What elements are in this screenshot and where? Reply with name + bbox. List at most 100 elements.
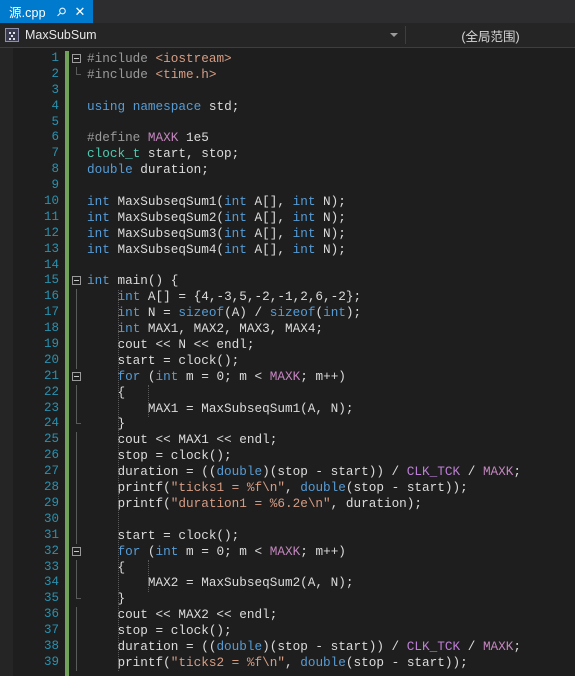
close-icon[interactable]: ✕ [74, 5, 85, 18]
fold-marker[interactable] [69, 273, 85, 289]
fold-marker [69, 321, 85, 338]
code-line[interactable]: int A[] = {4,-3,5,-2,-1,2,6,-2}; [87, 289, 575, 305]
pin-icon[interactable]: ⚲ [53, 3, 69, 19]
line-number: 18 [43, 321, 59, 336]
code-line[interactable]: int main() { [87, 273, 575, 289]
code-line[interactable]: int MAX1, MAX2, MAX3, MAX4; [87, 321, 575, 337]
code-token: N); [315, 194, 346, 210]
code-line[interactable]: int MaxSubseqSum2(int A[], int N); [87, 210, 575, 226]
code-token: m = 0; m < [178, 543, 270, 559]
code-line[interactable]: #define MAXK 1e5 [87, 130, 575, 146]
code-token: { [87, 559, 126, 575]
chevron-down-icon[interactable] [390, 33, 398, 37]
code-folding-margin[interactable] [69, 48, 85, 676]
code-line[interactable]: duration = ((double)(stop - start)) / CL… [87, 639, 575, 655]
line-number: 23 [43, 400, 59, 415]
code-token: duration; [132, 162, 209, 178]
code-line[interactable] [87, 83, 575, 99]
code-line[interactable]: #include <time.h> [87, 67, 575, 83]
code-token: int [87, 209, 110, 225]
line-number: 30 [43, 511, 59, 526]
line-number: 38 [43, 638, 59, 653]
code-token: CLK_TCK [406, 638, 461, 654]
code-line[interactable] [87, 258, 575, 274]
line-number: 25 [43, 432, 59, 447]
member-scope-dropdown[interactable]: MaxSubSum [0, 23, 405, 47]
code-token: start, stop; [140, 146, 240, 162]
code-token: MAXK [482, 638, 514, 654]
code-line[interactable]: int N = sizeof(A) / sizeof(int); [87, 305, 575, 321]
code-line[interactable]: start = clock(); [87, 353, 575, 369]
fold-collapse-icon[interactable] [72, 546, 81, 556]
fold-region-line [76, 432, 77, 449]
code-line[interactable]: using namespace std; [87, 99, 575, 115]
code-line[interactable]: printf("ticks1 = %f\n", double(stop - st… [87, 480, 575, 496]
code-line[interactable]: } [87, 591, 575, 607]
code-line[interactable]: #include <iostream> [87, 51, 575, 67]
code-line[interactable]: cout << N << endl; [87, 337, 575, 353]
code-line[interactable]: double duration; [87, 162, 575, 178]
code-line[interactable] [87, 512, 575, 528]
code-line[interactable]: cout << MAX2 << endl; [87, 607, 575, 623]
fold-collapse-icon[interactable] [72, 54, 81, 63]
fold-marker [69, 115, 85, 131]
navigation-bar: MaxSubSum (全局范围) [0, 23, 575, 48]
fold-region-line [76, 527, 77, 544]
code-line[interactable]: for (int m = 0; m < MAXK; m++) [87, 369, 575, 385]
code-token: "ticks1 = %f\n" [170, 480, 285, 496]
code-line[interactable]: duration = ((double)(stop - start)) / CL… [87, 464, 575, 480]
code-text-area[interactable]: #include <iostream> #include <time.h> usi… [85, 48, 575, 676]
code-line[interactable]: stop = clock(); [87, 448, 575, 464]
code-line[interactable]: MAX2 = MaxSubseqSum2(A, N); [87, 575, 575, 591]
tab-label: 源.cpp [9, 6, 46, 20]
code-line[interactable]: int MaxSubseqSum4(int A[], int N); [87, 242, 575, 258]
code-line[interactable]: for (int m = 0; m < MAXK; m++) [87, 544, 575, 560]
fold-marker[interactable] [69, 544, 85, 560]
fold-collapse-icon[interactable] [72, 371, 81, 381]
code-token: A[] = {4,-3,5,-2,-1,2,6,-2}; [140, 289, 362, 305]
code-token: int [87, 241, 110, 257]
line-number: 26 [43, 448, 59, 463]
code-line[interactable]: printf("duration1 = %6.2e\n", duration); [87, 496, 575, 512]
code-token: <time.h> [155, 66, 217, 82]
line-number: 21 [43, 368, 59, 383]
code-line[interactable]: { [87, 560, 575, 576]
code-token: MAXK [147, 130, 179, 146]
code-line[interactable]: cout << MAX1 << endl; [87, 432, 575, 448]
fold-marker [69, 178, 85, 194]
code-token: int [87, 194, 110, 210]
code-token: 1e5 [178, 130, 209, 146]
code-token: start = clock(); [87, 352, 240, 368]
code-token: for [117, 543, 141, 559]
fold-marker[interactable] [69, 51, 85, 67]
code-token: int [224, 209, 247, 225]
code-line[interactable]: start = clock(); [87, 528, 575, 544]
editor-tab-source-cpp[interactable]: 源.cpp ⚲ ✕ [0, 0, 94, 23]
global-scope-dropdown[interactable]: (全局范围) [406, 23, 575, 47]
code-line[interactable]: MAX1 = MaxSubseqSum1(A, N); [87, 401, 575, 417]
code-line[interactable] [87, 115, 575, 131]
code-line[interactable] [87, 178, 575, 194]
code-token: / [460, 464, 483, 480]
code-line[interactable]: int MaxSubseqSum1(int A[], int N); [87, 194, 575, 210]
code-editor[interactable]: 1 2 3 4 5 6 7 8 9 10 11 12 13 14 15 16 17 18 19 20 21 22 23 24 2… [0, 48, 575, 676]
code-line[interactable]: printf("ticks2 = %f\n", double(stop - st… [87, 655, 575, 671]
code-token: MaxSubseqSum1( [109, 194, 225, 210]
fold-marker[interactable] [69, 369, 85, 385]
code-line[interactable]: int MaxSubseqSum3(int A[], int N); [87, 226, 575, 242]
line-number: 12 [43, 225, 59, 240]
code-line[interactable]: stop = clock(); [87, 623, 575, 639]
code-token: { [87, 384, 126, 400]
code-line[interactable]: clock_t start, stop; [87, 146, 575, 162]
line-number: 32 [43, 543, 59, 558]
fold-marker [69, 194, 85, 210]
code-line[interactable]: } [87, 416, 575, 432]
fold-collapse-icon[interactable] [72, 276, 81, 286]
line-number: 6 [51, 130, 59, 145]
code-line[interactable]: { [87, 385, 575, 401]
code-token: N = [140, 305, 179, 321]
code-token: int [292, 241, 316, 257]
indicator-margin[interactable] [0, 48, 13, 676]
